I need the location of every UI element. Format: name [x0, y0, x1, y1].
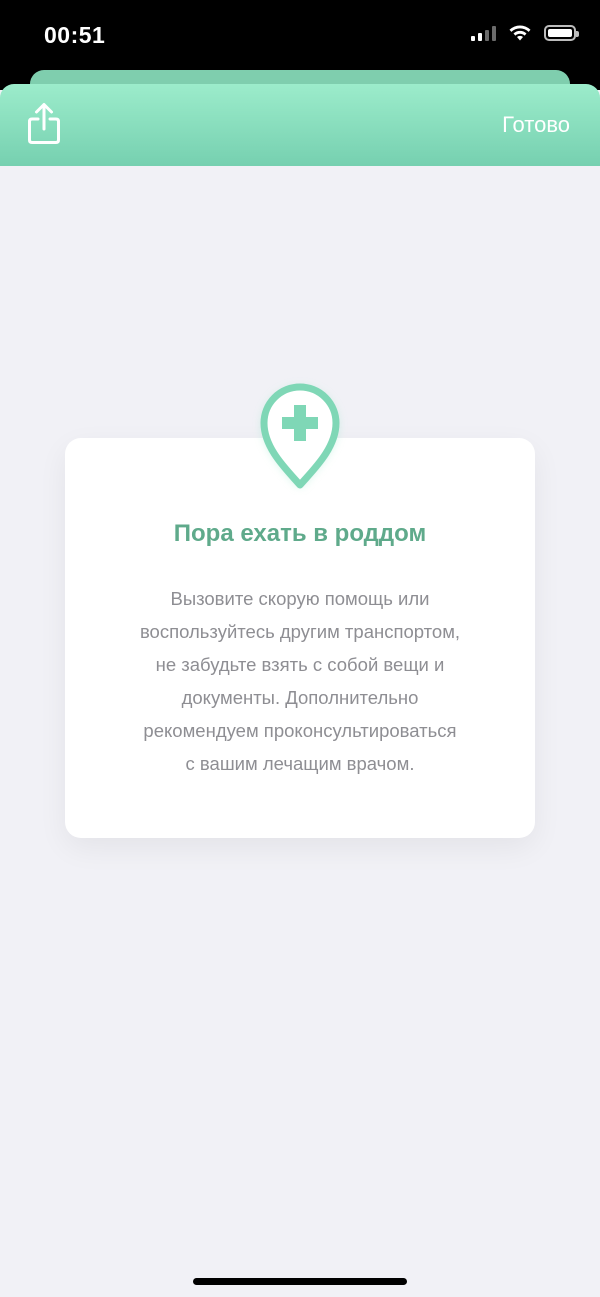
done-button[interactable]: Готово	[502, 112, 570, 138]
status-icons	[471, 24, 579, 42]
card-title: Пора ехать в роддом	[173, 520, 427, 547]
wifi-icon	[509, 25, 531, 41]
card-body-line: Вызовите скорую помощь или	[170, 588, 430, 609]
share-icon	[28, 103, 60, 144]
card-body-line: рекомендуем проконсультироваться	[143, 720, 457, 741]
card-body: Вызовите скорую помощь или воспользуйтес…	[95, 582, 505, 780]
card-body-line: воспользуйтесь другим транспортом,	[139, 621, 461, 642]
card-body-line: документы. Дополнительно	[181, 687, 419, 708]
status-time: 00:51	[44, 22, 106, 48]
card-body-line: с вашим лечащим врачом.	[185, 753, 415, 774]
sheet-header: Готово	[0, 84, 600, 166]
screen: 00:51 Готово Пора ехать в роддом Вызовит…	[0, 0, 600, 1297]
info-card: Пора ехать в роддом Вызовите скорую помо…	[65, 438, 535, 838]
cellular-signal-icon	[471, 25, 496, 41]
card-body-line: не забудьте взять с собой вещи и	[155, 654, 445, 675]
battery-icon	[544, 25, 579, 41]
location-pin-medical-cross-icon	[260, 383, 340, 489]
share-button[interactable]	[26, 102, 62, 146]
home-indicator[interactable]	[193, 1278, 407, 1285]
